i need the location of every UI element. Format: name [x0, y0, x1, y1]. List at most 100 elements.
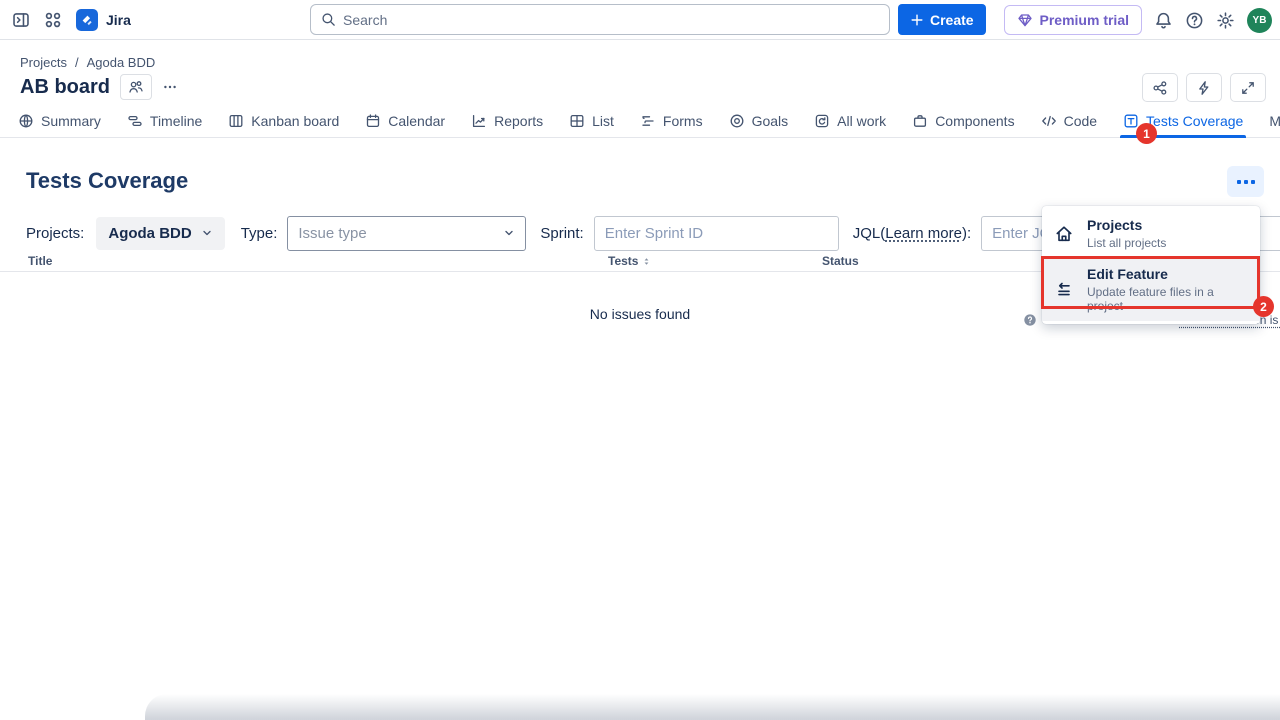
projects-filter-value: Agoda BDD	[108, 225, 191, 242]
issue-type-select[interactable]: Issue type	[287, 216, 526, 251]
annotation-step-1-badge: 1	[1136, 123, 1157, 144]
tab-timeline[interactable]: Timeline	[127, 104, 202, 137]
projects-filter-dropdown[interactable]: Agoda BDD	[96, 217, 224, 250]
column-header-tests-label: Tests	[608, 254, 638, 268]
annotation-step-2-badge: 2	[1253, 296, 1274, 317]
breadcrumb-project-name[interactable]: Agoda BDD	[87, 55, 156, 70]
page-title: Tests Coverage	[26, 168, 188, 194]
jql-label-suffix: ):	[962, 225, 971, 242]
home-icon	[1054, 224, 1074, 244]
breadcrumb-projects[interactable]: Projects	[20, 55, 67, 70]
global-search[interactable]	[310, 4, 890, 35]
jql-label-prefix: JQL(	[853, 225, 886, 242]
tests-coverage-icon	[1123, 113, 1139, 129]
breadcrumb-separator: /	[75, 55, 79, 70]
people-icon	[128, 79, 144, 95]
timeline-icon	[127, 113, 143, 129]
tests-coverage-menu-button[interactable]	[1227, 166, 1264, 197]
menu-item-subtitle: Update feature files in a project	[1087, 285, 1248, 313]
chevron-down-icon	[201, 227, 213, 239]
user-avatar[interactable]: YB	[1247, 8, 1272, 33]
create-button-label: Create	[930, 12, 974, 28]
globe-icon	[18, 113, 34, 129]
plus-icon	[910, 13, 924, 27]
board-title: AB board	[20, 76, 110, 99]
tab-label: Summary	[41, 113, 101, 129]
automation-button[interactable]	[1186, 73, 1222, 102]
fullscreen-button[interactable]	[1230, 73, 1266, 102]
tab-label: List	[592, 113, 614, 129]
column-header-title: Title	[28, 254, 52, 268]
calendar-icon	[365, 113, 381, 129]
search-input[interactable]	[343, 12, 879, 28]
board-tabs: Summary Timeline Kanban board Calendar R…	[0, 104, 1280, 138]
tab-label: Kanban board	[251, 113, 339, 129]
issue-type-placeholder: Issue type	[298, 225, 366, 242]
jira-logo-icon[interactable]	[76, 9, 98, 31]
tab-all-work[interactable]: All work	[814, 104, 886, 137]
menu-item-subtitle: List all projects	[1087, 236, 1166, 250]
form-lines-icon	[640, 113, 656, 129]
premium-trial-label: Premium trial	[1040, 12, 1129, 28]
tab-label: Timeline	[150, 113, 202, 129]
code-icon	[1041, 113, 1057, 129]
menu-item-projects[interactable]: Projects List all projects	[1042, 209, 1260, 258]
app-switcher-icon[interactable]	[44, 11, 62, 29]
tab-label: Forms	[663, 113, 703, 129]
tab-label: Tests Coverage	[1146, 113, 1243, 129]
tab-label: Goals	[752, 113, 789, 129]
board-more-icon[interactable]	[162, 79, 178, 95]
tab-kanban-board[interactable]: Kanban board	[228, 104, 339, 137]
breadcrumb: Projects / Agoda BDD	[20, 55, 155, 70]
search-icon	[321, 12, 336, 27]
sort-icon	[641, 256, 652, 267]
chart-icon	[471, 113, 487, 129]
notifications-bell-icon[interactable]	[1154, 11, 1173, 30]
tests-coverage-dropdown-menu: Projects List all projects Edit Feature …	[1042, 206, 1260, 324]
menu-item-title: Projects	[1087, 217, 1166, 233]
tab-calendar[interactable]: Calendar	[365, 104, 445, 137]
sidebar-toggle-icon[interactable]	[12, 11, 30, 29]
tab-forms[interactable]: Forms	[640, 104, 703, 137]
projects-filter-label: Projects:	[26, 225, 84, 242]
settings-gear-icon[interactable]	[1216, 11, 1235, 30]
tab-reports[interactable]: Reports	[471, 104, 543, 137]
sprint-filter-label: Sprint:	[540, 225, 583, 242]
tab-summary[interactable]: Summary	[18, 104, 101, 137]
type-filter-label: Type:	[241, 225, 278, 242]
lightning-icon	[1196, 80, 1212, 96]
board-columns-icon	[228, 113, 244, 129]
premium-trial-button[interactable]: Premium trial	[1004, 5, 1142, 35]
jql-filter-label: JQL(Learn more):	[853, 225, 971, 242]
jira-app-window: Jira Create Premium trial	[0, 0, 1280, 720]
all-work-icon	[814, 113, 830, 129]
share-icon	[1152, 80, 1168, 96]
column-header-status: Status	[822, 254, 859, 268]
more-label: More	[1269, 113, 1280, 129]
sprint-id-input[interactable]	[594, 216, 839, 251]
menu-item-edit-feature[interactable]: Edit Feature Update feature files in a p…	[1042, 258, 1260, 321]
tab-more[interactable]: More 5	[1269, 104, 1280, 137]
expand-icon	[1240, 80, 1256, 96]
menu-item-title: Edit Feature	[1087, 266, 1248, 282]
chevron-down-icon	[503, 227, 515, 239]
table-icon	[569, 113, 585, 129]
tab-label: All work	[837, 113, 886, 129]
column-header-tests[interactable]: Tests	[608, 254, 652, 268]
help-icon[interactable]	[1185, 11, 1204, 30]
tab-list[interactable]: List	[569, 104, 614, 137]
tab-code[interactable]: Code	[1041, 104, 1097, 137]
diamond-icon	[1017, 12, 1033, 28]
tab-label: Calendar	[388, 113, 445, 129]
feature-sliders-icon	[1054, 280, 1074, 300]
jira-wordmark: Jira	[106, 12, 131, 28]
tab-components[interactable]: Components	[912, 104, 1014, 137]
share-button[interactable]	[1142, 73, 1178, 102]
bottom-edge-shadow	[145, 694, 1280, 720]
board-members-button[interactable]	[120, 74, 152, 100]
jql-learn-more-link[interactable]: Learn more	[885, 225, 962, 242]
tab-label: Components	[935, 113, 1014, 129]
top-navigation-bar: Jira Create Premium trial	[0, 0, 1280, 40]
tab-goals[interactable]: Goals	[729, 104, 789, 137]
create-button[interactable]: Create	[898, 4, 986, 35]
